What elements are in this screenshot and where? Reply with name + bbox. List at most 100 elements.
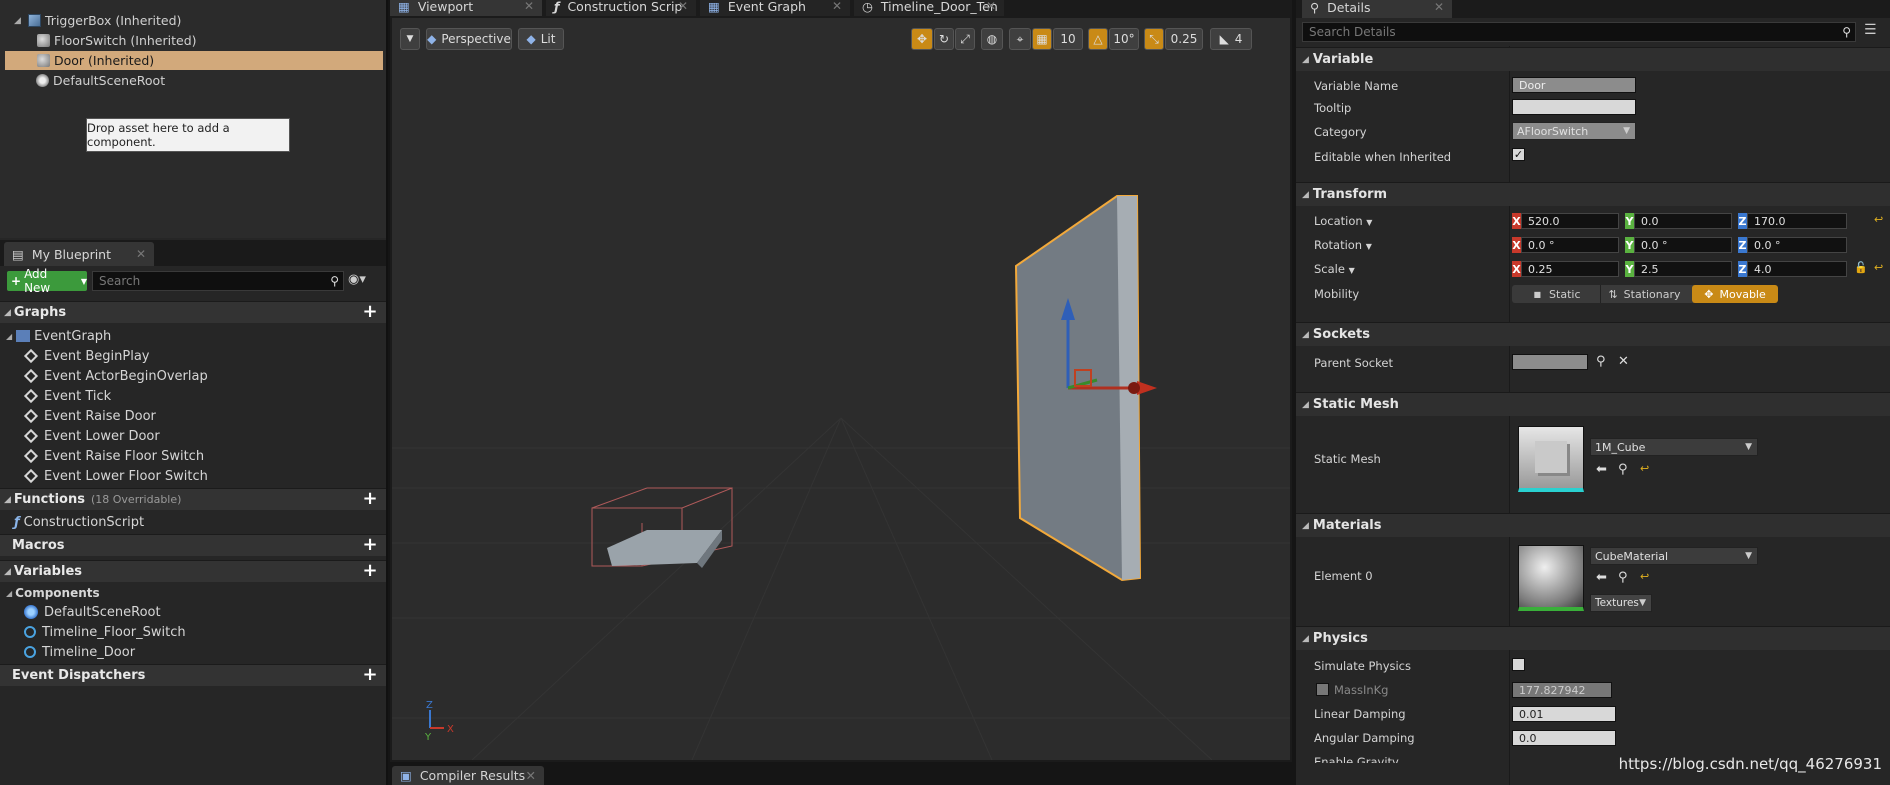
editable-inherited-checkbox[interactable]: ✓ [1512,148,1525,161]
variables-section-header[interactable]: ◢ Variables + [0,560,386,582]
macros-section-header[interactable]: Macros + [0,534,386,556]
list-item-event[interactable]: Event BeginPlay [0,346,386,366]
list-item-event[interactable]: Event Lower Floor Switch [0,466,386,486]
component-item-door[interactable]: Door (Inherited) [5,51,383,70]
reset-icon[interactable]: ↩ [1640,570,1649,583]
rotate-mode-icon[interactable]: ↻ [934,28,954,50]
grid-snap-icon[interactable]: ▦ [1032,28,1052,50]
add-variable-icon[interactable]: + [362,562,378,580]
scale-snap-icon[interactable]: ⤡ [1144,28,1164,50]
tab-construction-script[interactable]: ƒ Construction Scrip ✕ [546,0,696,16]
close-icon[interactable]: ✕ [832,0,842,13]
functions-section-header[interactable]: ◢ Functions (18 Overridable) + [0,488,386,510]
blueprint-search-input[interactable]: Search ⚲ [92,271,344,291]
lit-button[interactable]: ◆ Lit [518,28,564,50]
rotation-z-field[interactable]: 0.0 ° [1747,237,1847,253]
browse-icon[interactable]: ⚲ [1596,354,1606,369]
material-dropdown[interactable]: CubeMaterial ▼ [1590,547,1758,565]
mass-field[interactable]: 177.827942 [1512,682,1612,698]
mobility-stationary-button[interactable]: ⇅ Stationary [1600,285,1688,303]
tab-event-graph[interactable]: ▦ Event Graph ✕ [700,0,850,16]
simulate-physics-checkbox[interactable] [1512,658,1525,671]
add-dispatcher-icon[interactable]: + [362,666,378,684]
tab-compiler-results[interactable]: ▣ Compiler Results ✕ [392,766,544,785]
browse-icon[interactable]: ⚲ [1618,570,1628,585]
scale-mode-icon[interactable]: ⤢ [955,28,975,50]
surface-snap-icon[interactable]: ⌖ [1009,28,1031,50]
close-icon[interactable]: ✕ [526,768,536,783]
scale-snap-value[interactable]: 0.25 [1165,28,1203,50]
rotation-snap-value[interactable]: 10° [1109,28,1139,50]
event-dispatchers-section-header[interactable]: Event Dispatchers + [0,664,386,686]
tab-details[interactable]: ⚲ Details ✕ [1302,0,1452,18]
mobility-static-button[interactable]: ■ Static [1514,285,1600,303]
use-selected-icon[interactable]: ⬅ [1596,570,1607,585]
static-mesh-dropdown[interactable]: 1M_Cube ▼ [1590,438,1758,456]
view-options-icon[interactable]: ☰ [1864,22,1877,38]
reset-icon[interactable]: ↩ [1874,261,1883,274]
details-search-input[interactable]: Search Details ⚲ [1302,22,1856,42]
rotation-y-field[interactable]: 0.0 ° [1634,237,1732,253]
rotation-label[interactable]: Rotation ▼ [1314,238,1372,252]
transform-category-header[interactable]: ◢ Transform [1296,182,1890,206]
tab-my-blueprint[interactable]: ▤ My Blueprint ✕ [4,242,154,266]
textures-dropdown[interactable]: Textures ▼ [1590,594,1652,612]
material-thumbnail[interactable] [1518,545,1584,611]
rotation-x-field[interactable]: 0.0 ° [1521,237,1619,253]
close-icon[interactable]: ✕ [678,0,688,13]
static-mesh-thumbnail[interactable] [1518,426,1584,492]
angular-damping-field[interactable]: 0.0 [1512,730,1616,746]
translate-mode-icon[interactable]: ✥ [911,28,933,50]
materials-category-header[interactable]: ◢ Materials [1296,513,1890,537]
reset-icon[interactable]: ↩ [1874,213,1883,226]
component-item-defaultsceneroot[interactable]: DefaultSceneRoot [0,71,386,90]
list-item-event[interactable]: Event Raise Door [0,406,386,426]
add-graph-icon[interactable]: + [362,303,378,321]
use-selected-icon[interactable]: ⬅ [1596,462,1607,477]
component-item-triggerbox[interactable]: ◢ TriggerBox (Inherited) [0,11,386,30]
eye-icon[interactable]: ◉▾ [348,272,366,287]
component-item-floorswitch[interactable]: FloorSwitch (Inherited) [0,31,386,50]
scale-y-field[interactable]: 2.5 [1634,261,1732,277]
location-x-field[interactable]: 520.0 [1521,213,1619,229]
location-z-field[interactable]: 170.0 [1747,213,1847,229]
add-macro-icon[interactable]: + [362,536,378,554]
add-function-icon[interactable]: + [362,490,378,508]
location-y-field[interactable]: 0.0 [1634,213,1732,229]
tooltip-field[interactable] [1512,99,1636,115]
list-item-variable[interactable]: Timeline_Floor_Switch [0,622,386,642]
physics-category-header[interactable]: ◢ Physics [1296,626,1890,650]
list-item-variable[interactable]: DefaultSceneRoot [0,602,386,622]
clear-icon[interactable]: ✕ [1618,354,1629,369]
viewport-options-button[interactable]: ▼ [400,28,420,50]
add-new-button[interactable]: + Add New ▼ [7,267,87,295]
list-item-event[interactable]: Event ActorBeginOverlap [0,366,386,386]
lock-icon[interactable]: 🔓 [1854,261,1868,274]
variable-name-field[interactable]: Door [1512,77,1636,93]
camera-speed-button[interactable]: ◣ 4 [1210,28,1252,50]
mobility-movable-button[interactable]: ✥ Movable [1692,285,1778,303]
world-local-icon[interactable]: ◍ [981,28,1003,50]
static-mesh-category-header[interactable]: ◢ Static Mesh [1296,392,1890,416]
list-item-event[interactable]: Event Raise Floor Switch [0,446,386,466]
category-dropdown[interactable]: AFloorSwitch ▼ [1512,122,1636,140]
viewport[interactable]: Z X Y ▼ ◆ Perspective ◆ Lit ✥ ↻ ⤢ ◍ ⌖ ▦ … [390,16,1292,762]
location-label[interactable]: Location ▼ [1314,214,1372,228]
list-item-eventgraph[interactable]: ◢ EventGraph [0,326,386,346]
list-item-variable[interactable]: Timeline_Door [0,642,386,662]
tab-timeline-door[interactable]: ◷ Timeline_Door_Ten ✕ [854,0,1004,16]
close-icon[interactable]: ✕ [136,247,146,261]
scale-x-field[interactable]: 0.25 [1521,261,1619,277]
browse-icon[interactable]: ⚲ [1618,462,1628,477]
scale-label[interactable]: Scale ▼ [1314,262,1355,276]
grid-snap-value[interactable]: 10 [1053,28,1083,50]
perspective-button[interactable]: ◆ Perspective [426,28,512,50]
close-icon[interactable]: ✕ [524,0,534,13]
scale-z-field[interactable]: 4.0 [1747,261,1847,277]
variable-category-header[interactable]: ◢ Variable [1296,47,1890,71]
rotation-snap-icon[interactable]: △ [1088,28,1108,50]
linear-damping-field[interactable]: 0.01 [1512,706,1616,722]
close-icon[interactable]: ✕ [986,0,996,13]
components-category[interactable]: ◢ Components [0,583,386,603]
tab-viewport[interactable]: ▦ Viewport ✕ [390,0,542,16]
